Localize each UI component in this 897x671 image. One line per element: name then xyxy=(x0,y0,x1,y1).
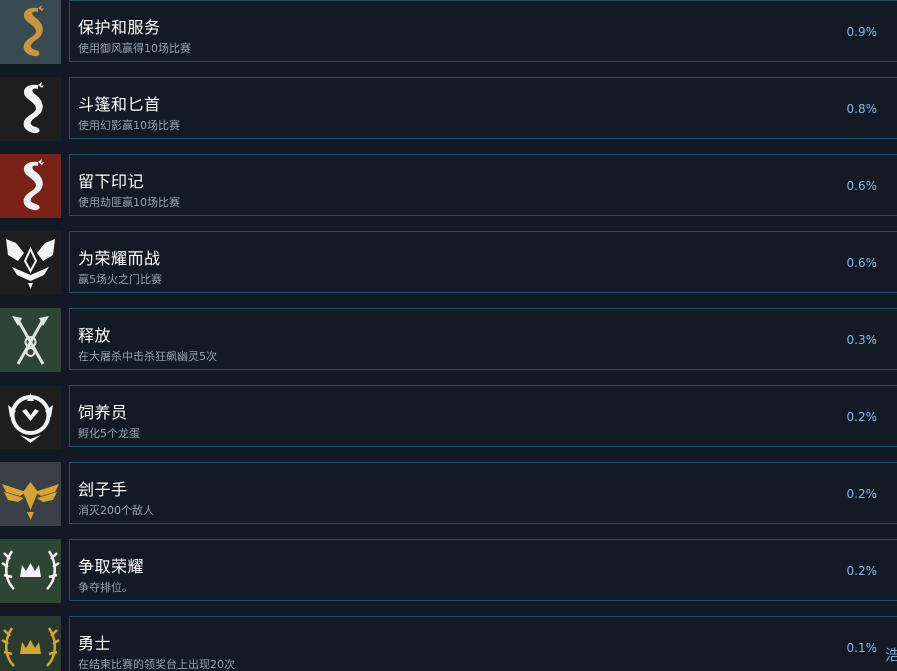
gold-dragon-icon xyxy=(0,0,61,64)
achievement-unlock-percent: 0.2% xyxy=(846,410,878,424)
white-dragon-icon xyxy=(0,77,61,141)
achievement-unlock-percent: 0.2% xyxy=(846,487,878,501)
achievement-panel: 保护和服务 使用御风赢得10场比赛 0.9% xyxy=(69,0,897,62)
achievement-unlock-percent: 0.8% xyxy=(846,102,878,116)
achievement-panel: 刽子手 消灭200个敌人 0.2% xyxy=(69,462,897,524)
achievement-title: 争取荣耀 xyxy=(78,557,145,576)
clipped-text: 浩 xyxy=(885,646,897,664)
achievement-panel: 为荣耀而战 赢5场火之门比赛 0.6% xyxy=(69,231,897,293)
achievement-description: 使用幻影赢10场比赛 xyxy=(78,119,180,132)
achievement-title: 为荣耀而战 xyxy=(78,249,161,268)
achievement-row[interactable]: 留下印记 使用劫匪赢10场比赛 0.6% xyxy=(0,154,897,218)
crossed-axes-icon xyxy=(0,308,61,372)
achievement-description: 在结束比赛的领奖台上出现20次 xyxy=(78,658,235,671)
achievement-title: 刽子手 xyxy=(78,480,128,499)
achievement-row[interactable]: 勇士 在结束比赛的领奖台上出现20次 0.1% xyxy=(0,616,897,671)
achievement-title: 保护和服务 xyxy=(78,18,161,37)
achievement-row[interactable]: 饲养员 孵化5个龙蛋 0.2% xyxy=(0,385,897,449)
achievement-row[interactable]: 争取荣耀 争夺排位。 0.2% xyxy=(0,539,897,603)
achievement-unlock-percent: 0.9% xyxy=(846,25,878,39)
achievement-unlock-percent: 0.6% xyxy=(846,179,878,193)
achievement-description: 赢5场火之门比赛 xyxy=(78,273,162,286)
achievements-list: 保护和服务 使用御风赢得10场比赛 0.9% 斗篷和匕首 使用幻影赢10场比赛 … xyxy=(0,0,897,671)
achievement-panel: 释放 在大屠杀中击杀狂飙幽灵5次 0.3% xyxy=(69,308,897,370)
achievement-panel: 争取荣耀 争夺排位。 0.2% xyxy=(69,539,897,601)
achievement-panel: 饲养员 孵化5个龙蛋 0.2% xyxy=(69,385,897,447)
achievement-unlock-percent: 0.6% xyxy=(846,256,878,270)
achievement-panel: 勇士 在结束比赛的领奖台上出现20次 0.1% xyxy=(69,616,897,671)
achievement-row[interactable]: 保护和服务 使用御风赢得10场比赛 0.9% xyxy=(0,0,897,64)
achievement-panel: 斗篷和匕首 使用幻影赢10场比赛 0.8% xyxy=(69,77,897,139)
achievement-description: 在大屠杀中击杀狂飙幽灵5次 xyxy=(78,350,217,363)
gold-antler-crown-icon xyxy=(0,616,61,671)
achievement-title: 留下印记 xyxy=(78,172,145,191)
achievement-unlock-percent: 0.3% xyxy=(846,333,878,347)
antler-crown-icon xyxy=(0,539,61,603)
wolves-crest-icon xyxy=(0,231,61,295)
achievement-description: 消灭200个敌人 xyxy=(78,504,154,517)
achievement-description: 孵化5个龙蛋 xyxy=(78,427,140,440)
achievement-title: 斗篷和匕首 xyxy=(78,95,161,114)
achievement-title: 勇士 xyxy=(78,634,112,653)
achievement-row[interactable]: 释放 在大屠杀中击杀狂飙幽灵5次 0.3% xyxy=(0,308,897,372)
achievement-row[interactable]: 为荣耀而战 赢5场火之门比赛 0.6% xyxy=(0,231,897,295)
achievement-title: 释放 xyxy=(78,326,112,345)
achievement-description: 争夺排位。 xyxy=(78,581,133,594)
achievement-unlock-percent: 0.2% xyxy=(846,564,878,578)
achievement-panel: 留下印记 使用劫匪赢10场比赛 0.6% xyxy=(69,154,897,216)
dragon-emblem-icon xyxy=(0,385,61,449)
achievement-row[interactable]: 斗篷和匕首 使用幻影赢10场比赛 0.8% xyxy=(0,77,897,141)
achievement-description: 使用御风赢得10场比赛 xyxy=(78,42,191,55)
red-dragon-icon xyxy=(0,154,61,218)
achievement-unlock-percent: 0.1% xyxy=(846,641,878,655)
achievement-row[interactable]: 刽子手 消灭200个敌人 0.2% xyxy=(0,462,897,526)
achievement-title: 饲养员 xyxy=(78,403,128,422)
winged-crest-icon xyxy=(0,462,61,526)
achievement-description: 使用劫匪赢10场比赛 xyxy=(78,196,180,209)
